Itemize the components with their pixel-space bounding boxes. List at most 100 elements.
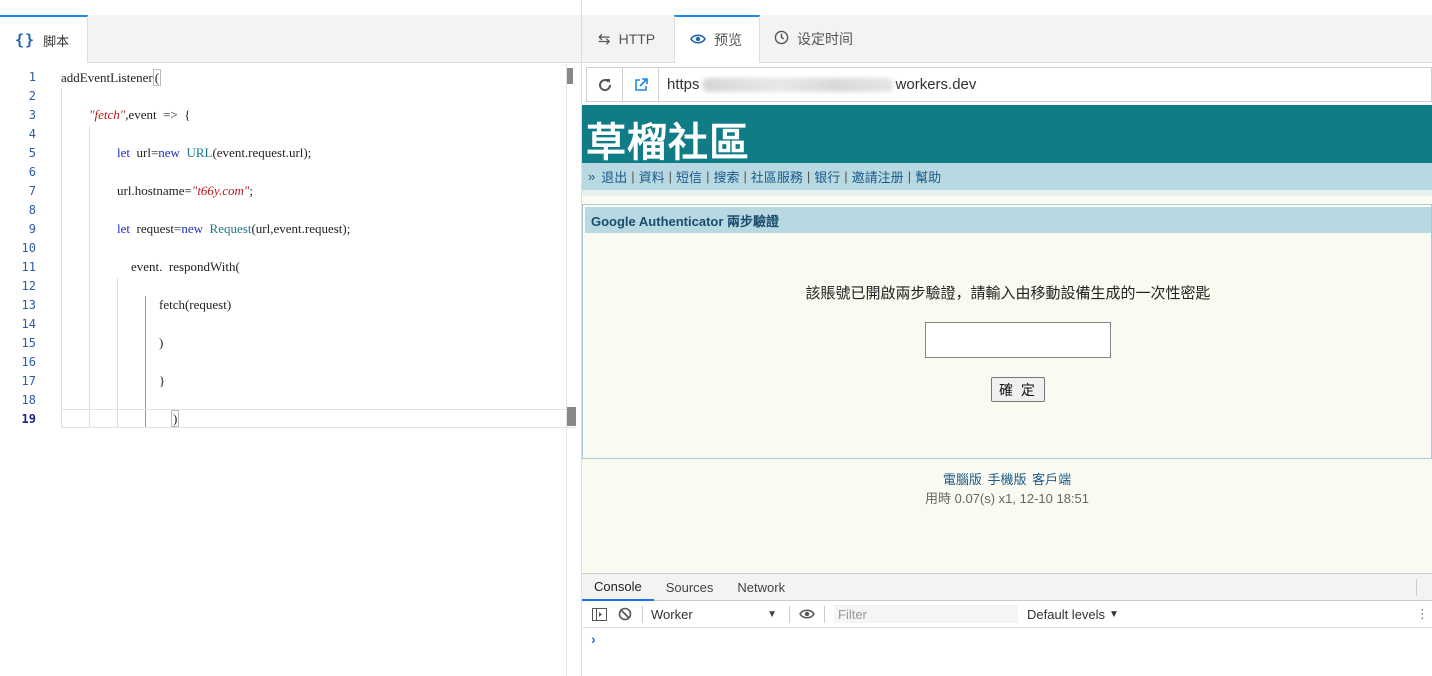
- code-token-keyword: new: [181, 221, 204, 236]
- clear-console-button[interactable]: [612, 601, 638, 628]
- scroll-cursor-marker: [567, 407, 576, 426]
- open-external-button[interactable]: [623, 68, 659, 101]
- code-token: request=: [130, 221, 182, 236]
- code-editor[interactable]: 1 2 3 4 5 6 7 8 9 10 11 12 13 14 15 16 1…: [0, 64, 581, 676]
- code-line: let request=new Request(url,event.reques…: [117, 221, 350, 237]
- line-number: 12: [21, 279, 36, 293]
- nav-separator: |: [706, 169, 710, 184]
- code-line: event. respondWith(: [131, 259, 240, 274]
- console-prompt[interactable]: ›: [591, 631, 596, 647]
- line-number: 17: [21, 374, 36, 388]
- nav-separator: |: [668, 169, 673, 184]
- log-levels-select[interactable]: Default levels ▼: [1027, 607, 1119, 622]
- reload-icon: [598, 78, 611, 91]
- footer-link-client[interactable]: 客戶端: [1032, 472, 1071, 487]
- otp-input[interactable]: [925, 322, 1111, 358]
- nav-arrow: »: [588, 169, 596, 184]
- code-token-string: "fetch": [89, 107, 126, 122]
- editor-tab-bar: {} 脚本: [0, 15, 581, 63]
- code-token: ,event => {: [125, 107, 191, 122]
- nav-link-help[interactable]: 幫助: [915, 167, 941, 186]
- indent-guide: [89, 126, 90, 428]
- nav-link-services[interactable]: 社區服務: [751, 167, 803, 186]
- tab-console[interactable]: Console: [582, 574, 654, 601]
- toolbar-separator: [824, 605, 825, 623]
- auth-message: 該賬號已開啟兩步驗證，請輸入由移動設備生成的一次性密匙: [805, 284, 1211, 302]
- line-number: 13: [21, 298, 36, 312]
- code-token-class: Request: [203, 221, 252, 236]
- confirm-button[interactable]: 確 定: [991, 377, 1045, 402]
- url-bar: https workers.dev: [586, 67, 1432, 102]
- tab-http-label: HTTP: [618, 31, 656, 47]
- log-levels-label: Default levels: [1027, 606, 1106, 622]
- preview-tab-bar: ⇆ HTTP 预览 设定时间: [582, 15, 1432, 63]
- indent-guide: [61, 88, 62, 428]
- toggle-sidebar-button[interactable]: [586, 601, 612, 628]
- nav-link-messages[interactable]: 短信: [676, 167, 702, 186]
- line-number: 14: [21, 317, 36, 331]
- tab-preview-label: 预览: [714, 32, 742, 48]
- line-number: 6: [28, 165, 36, 179]
- braces-icon: {}: [15, 31, 36, 49]
- line-number: 7: [28, 184, 36, 198]
- code-line: }: [159, 373, 166, 388]
- code-line: addEventListener(: [61, 69, 162, 86]
- footer-link-mobile[interactable]: 手機版: [987, 472, 1026, 487]
- preview-webpage: 草榴社區 » 退出 | 資料 | 短信 | 搜索 | 社區服務 | 银行 | 邀請注册 | 幫…: [582, 105, 1432, 573]
- scrollbar-track[interactable]: [566, 64, 567, 676]
- top-spacer: [582, 0, 1432, 15]
- auth-panel: Google Authenticator 兩步驗證 該賬號已開啟兩步驗證，請輸入…: [582, 204, 1432, 459]
- top-spacer: [0, 0, 581, 15]
- reload-button[interactable]: [587, 68, 623, 101]
- code-token-class: URL: [179, 145, 213, 160]
- tab-script[interactable]: {} 脚本: [0, 15, 88, 63]
- url-redacted: [701, 77, 894, 92]
- indent-guide: [117, 278, 118, 428]
- line-number: 18: [21, 393, 36, 407]
- script-editor-panel: {} 脚本 1 2 3 4 5 6 7 8 9 10 11 12 13 14 1…: [0, 0, 582, 676]
- tab-http[interactable]: ⇆ HTTP: [598, 15, 655, 63]
- dropdown-caret-icon: ▼: [767, 608, 777, 620]
- code-line: fetch(request): [159, 297, 232, 312]
- nav-link-invite[interactable]: 邀請注册: [852, 167, 904, 186]
- current-line-highlight: [61, 409, 576, 428]
- eye-icon: [690, 33, 706, 48]
- code-token-keyword: new: [158, 145, 180, 160]
- site-header: 草榴社區: [582, 105, 1432, 166]
- code-token-string: "t66y.com": [191, 183, 250, 198]
- tab-network[interactable]: Network: [725, 574, 797, 601]
- nav-link-bank[interactable]: 银行: [814, 167, 840, 186]
- filter-input[interactable]: Filter: [833, 604, 1019, 624]
- nav-link-search[interactable]: 搜索: [713, 167, 739, 186]
- line-number: 10: [21, 241, 36, 255]
- footer-links: 電腦版 手機版 客戶端: [582, 469, 1432, 488]
- code-token: (event.request.url);: [212, 145, 312, 160]
- external-link-icon: [634, 77, 648, 91]
- nav-link-logout[interactable]: 退出: [601, 167, 627, 186]
- live-expression-button[interactable]: [794, 601, 820, 628]
- site-logo[interactable]: 草榴社區: [586, 110, 750, 168]
- more-options-handle[interactable]: ⋮: [1416, 606, 1429, 622]
- line-number: 4: [28, 127, 36, 141]
- tab-schedule[interactable]: 设定时间: [774, 15, 853, 63]
- nav-link-profile[interactable]: 資料: [639, 167, 665, 186]
- context-select[interactable]: Worker ▼: [647, 601, 785, 628]
- console-toolbar: Worker ▼ Filter Default levels ▼ ⋮: [582, 601, 1432, 628]
- nav-separator: |: [743, 169, 747, 184]
- code-token: url.hostname=: [117, 183, 192, 198]
- nav-separator: |: [844, 169, 848, 184]
- scrollbar-thumb[interactable]: [567, 68, 573, 84]
- tab-preview[interactable]: 预览: [674, 15, 760, 63]
- site-nav: » 退出 | 資料 | 短信 | 搜索 | 社區服務 | 银行 | 邀請注册 | 幫助: [582, 163, 1432, 190]
- auth-title: Google Authenticator 兩步驗證: [585, 207, 1431, 233]
- arrows-swap-icon: ⇆: [598, 31, 611, 48]
- tab-sources[interactable]: Sources: [654, 574, 726, 601]
- nav-separator: |: [806, 169, 811, 184]
- footer-link-desktop[interactable]: 電腦版: [943, 472, 982, 487]
- code-token-keyword: let: [117, 221, 130, 236]
- url-input[interactable]: https workers.dev: [659, 76, 976, 93]
- url-prefix: https: [667, 76, 700, 93]
- code-token-keyword: let: [117, 145, 130, 160]
- devtools-console: Console Sources Network Worker ▼ Filter: [582, 573, 1432, 676]
- code-token: addEventListener: [61, 70, 153, 85]
